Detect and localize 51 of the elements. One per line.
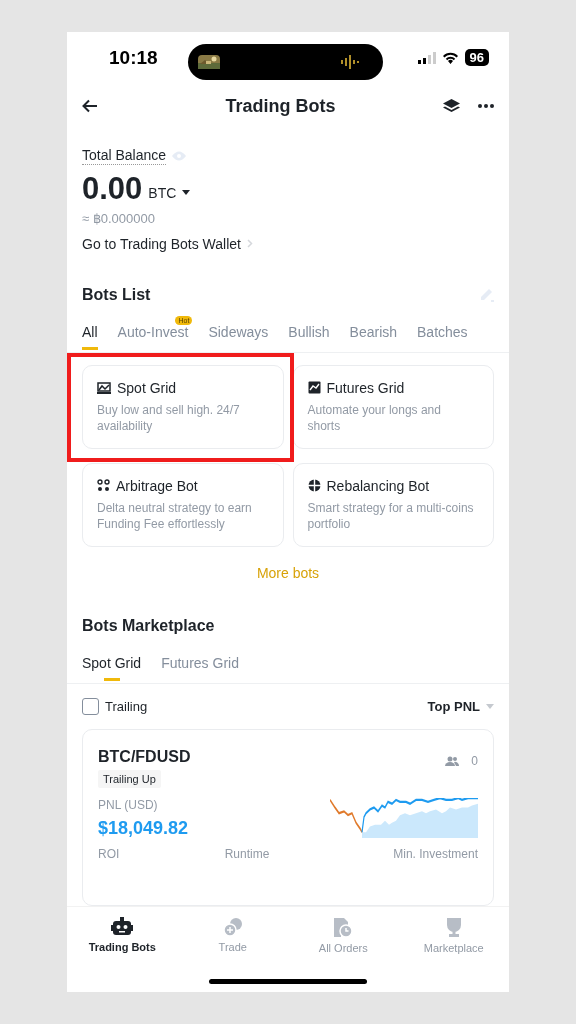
bot-name: Futures Grid bbox=[326, 379, 405, 396]
arbitrage-icon bbox=[97, 479, 110, 492]
signal-icon bbox=[417, 51, 436, 64]
chart-icon bbox=[307, 381, 321, 394]
stat-label: ROI bbox=[98, 846, 121, 861]
coins-icon bbox=[222, 917, 243, 938]
layers-icon[interactable] bbox=[443, 98, 460, 114]
users-icon bbox=[445, 755, 460, 766]
pnl-label: PNL (USD) bbox=[98, 797, 159, 812]
section-title: Bots Marketplace bbox=[82, 616, 215, 634]
balance-label: Total Balance bbox=[82, 146, 167, 165]
nav-tab[interactable]: Trading Bots bbox=[67, 907, 178, 992]
wifi-icon bbox=[441, 51, 459, 64]
more-icon[interactable] bbox=[478, 104, 494, 109]
checkbox-label: Trailing bbox=[105, 698, 148, 714]
waveform-icon bbox=[341, 55, 361, 69]
grid-chart-icon bbox=[97, 381, 111, 394]
currency-selector[interactable]: BTC bbox=[148, 184, 177, 201]
fiat-value: ≈ ฿0.000000 bbox=[82, 210, 155, 226]
back-arrow-icon[interactable] bbox=[82, 99, 98, 114]
bot-name: Arbitrage Bot bbox=[116, 477, 198, 494]
bot-description: Buy low and sell high. 24/7 availability bbox=[97, 401, 241, 434]
bot-name: Rebalancing Bot bbox=[326, 477, 430, 494]
bot-description: Delta neutral strategy to earn Funding Fee effortlessly bbox=[97, 499, 253, 532]
balance-amount: 0.00 bbox=[82, 170, 143, 207]
caret-icon[interactable] bbox=[182, 190, 191, 195]
stat-label: Runtime bbox=[224, 846, 271, 861]
bot-description: Automate your longs and shorts bbox=[307, 401, 442, 434]
stat-label: Min. Investment bbox=[392, 846, 478, 861]
section-title: Bots List bbox=[82, 285, 151, 304]
pie-icon bbox=[307, 479, 321, 492]
bot-description: Smart strategy for a multi-coins portfolio bbox=[307, 499, 475, 532]
bot-card[interactable]: Arbitrage Bot Delta neutral strategy to earn Funding Fee effortlessly bbox=[82, 462, 284, 547]
sort-selector[interactable]: Top PNL bbox=[427, 698, 480, 714]
page-title: Trading Bots bbox=[225, 95, 336, 117]
battery-level: 96 bbox=[464, 49, 489, 67]
document-clock-icon bbox=[333, 917, 354, 939]
trading-pair: BTC/FDUSD bbox=[98, 747, 191, 766]
trailing-checkbox[interactable] bbox=[82, 697, 99, 715]
bot-card[interactable]: Spot Grid Buy low and sell high. 24/7 availability bbox=[82, 364, 284, 449]
bot-name: Spot Grid bbox=[117, 379, 177, 396]
robot-icon bbox=[111, 917, 134, 938]
follower-count: 0 bbox=[471, 753, 478, 768]
pnl-value: $18,049.82 bbox=[98, 817, 189, 839]
strategy-card[interactable]: BTC/FDUSD Trailing Up 0 PNL (USD) $18,049.82 ROI Runtime Min. Investment bbox=[82, 728, 494, 907]
strategy-tag: Trailing Up bbox=[98, 769, 161, 788]
market-tab[interactable]: Spot Grid bbox=[82, 646, 142, 683]
status-time: 10:18 bbox=[109, 46, 158, 69]
wallet-link[interactable]: Go to Trading Bots Wallet bbox=[82, 235, 241, 252]
category-tab[interactable]: All bbox=[82, 315, 98, 352]
bot-card[interactable]: Rebalancing Bot Smart strategy for a multi-coins portfolio bbox=[292, 462, 494, 547]
